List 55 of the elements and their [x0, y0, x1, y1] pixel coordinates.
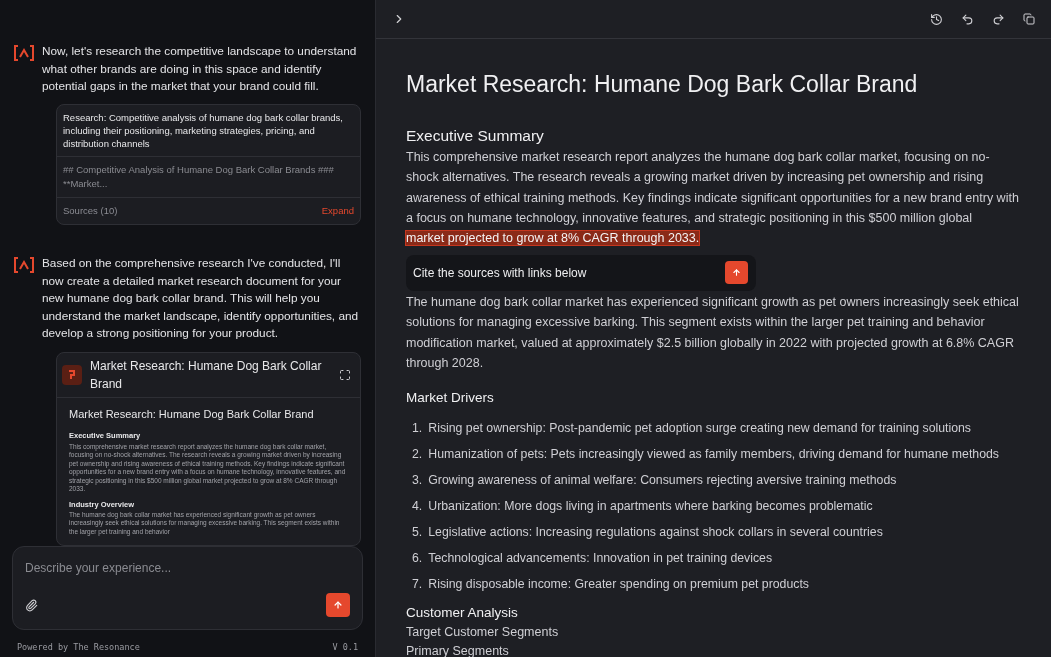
section-heading: Market Drivers — [406, 389, 495, 408]
prompt-input[interactable]: Cite the sources with links below — [413, 263, 703, 282]
list-number: 2. — [412, 445, 423, 463]
highlighted-text: market projected to grow at 8% CAGR through 2033. — [406, 231, 700, 246]
list-item-text: Legislative actions: Increasing regulations against shock collars in several countries — [428, 523, 883, 541]
history-button[interactable] — [930, 12, 943, 26]
assistant-message: Based on the comprehensive research I've conducted, I'll now create a detailed market research document for your new humane dog bark collar brand. This will help you understand the market landscape, identify opportunities, and develop a strong positioning for your product. — [42, 255, 360, 343]
research-excerpt: ## Competitive Analysis of Humane Dog Bark Collar Brands ### **Market... — [57, 155, 360, 197]
prompt-field[interactable]: Cite the sources with links below — [406, 254, 756, 291]
section-heading: Executive Summary — [406, 125, 545, 146]
prompt-send-button[interactable] — [725, 261, 748, 285]
document-heading: Market Research: Humane Dog Bark Collar Brand — [406, 70, 919, 99]
list-item-text: Technological advancements: Innovation in pet training devices — [428, 549, 773, 567]
fullscreen-icon — [339, 368, 351, 381]
redo-button[interactable] — [992, 12, 1005, 26]
subsection-label: Target Customer Segments — [406, 623, 560, 641]
list-number: 6. — [412, 549, 423, 567]
subsection-label: Primary Segments — [406, 642, 510, 657]
copy-icon — [1023, 13, 1035, 25]
arrow-up-icon — [333, 600, 343, 611]
history-icon — [930, 12, 943, 26]
list-number: 1. — [412, 419, 423, 437]
fullscreen-button[interactable] — [339, 368, 351, 381]
paperclip-icon — [25, 598, 38, 612]
preview-title: Market Research: Humane Dog Bark Collar Brand — [69, 406, 315, 422]
list-number: 7. — [412, 575, 423, 593]
logo-icon — [14, 257, 34, 274]
list-item-text: Urbanization: More dogs living in apartments where barking becomes problematic — [428, 497, 873, 515]
attach-button[interactable] — [25, 598, 38, 612]
summary-paragraph: This comprehensive market research report analyzes the humane dog bark collar market, focusing on no-shock alternatives. The research reveals a growing market driven by increasing pet ownership and rising awareness of ethical training methods. Key findings indicate significant opportunities for a new brand entry with a focus on humane technology, innovative features, and strategic positioning in this $500 million global market projected to grow at 8% CAGR through 2033. — [406, 148, 1020, 248]
arrow-up-icon — [732, 268, 741, 278]
undo-icon — [961, 12, 974, 26]
message-input[interactable]: Describe your experience... — [25, 559, 350, 578]
undo-button[interactable] — [961, 12, 974, 26]
redo-icon — [992, 12, 1005, 26]
list-item-text: Humanization of pets: Pets increasingly viewed as family members, driving demand for humane methods — [428, 445, 999, 463]
list-item-text: Growing awareness of animal welfare: Consumers rejecting aversive training methods — [428, 471, 897, 489]
sources-count: Sources (10) — [63, 204, 118, 218]
powered-by-label: Powered by The Resonance — [17, 641, 140, 654]
send-button[interactable] — [326, 593, 350, 618]
message-composer[interactable]: Describe your experience... — [12, 546, 363, 631]
list-item-text: Rising pet ownership: Post-pandemic pet adoption surge creating new demand for training solutions — [428, 419, 971, 437]
expand-link[interactable]: Expand — [321, 204, 354, 219]
version-label: V 0.1 — [332, 641, 358, 654]
logo-icon — [14, 45, 34, 61]
section-heading: Customer Analysis — [406, 603, 519, 622]
list-number: 5. — [412, 523, 423, 541]
overview-paragraph: The humane dog bark collar market has experienced significant growth as pet owners increasingly seek ethical solutions for managing excessive barking. This segment exists within the larger pet training and behavior modification market, valued at approximately $2.5 billion globally in 2022 with projected growth at 6.8% CAGR through 2028. — [406, 293, 1020, 372]
document-title: Market Research: Humane Dog Bark Collar Brand — [90, 357, 323, 393]
list-number: 4. — [412, 497, 423, 515]
assistant-message: Now, let's research the competitive landscape to understand what other brands are doing in this space and identify potential gaps in the market that your brand could fill. — [42, 43, 358, 95]
research-title: Research: Competitive analysis of humane dog bark collar brands, including their positioning, marketing strategies, pricing, and distribution channels — [62, 110, 344, 151]
copy-button[interactable] — [1023, 13, 1035, 25]
list-item-text: Rising disposable income: Greater spending on premium pet products — [428, 575, 809, 593]
list-number: 3. — [412, 471, 423, 489]
